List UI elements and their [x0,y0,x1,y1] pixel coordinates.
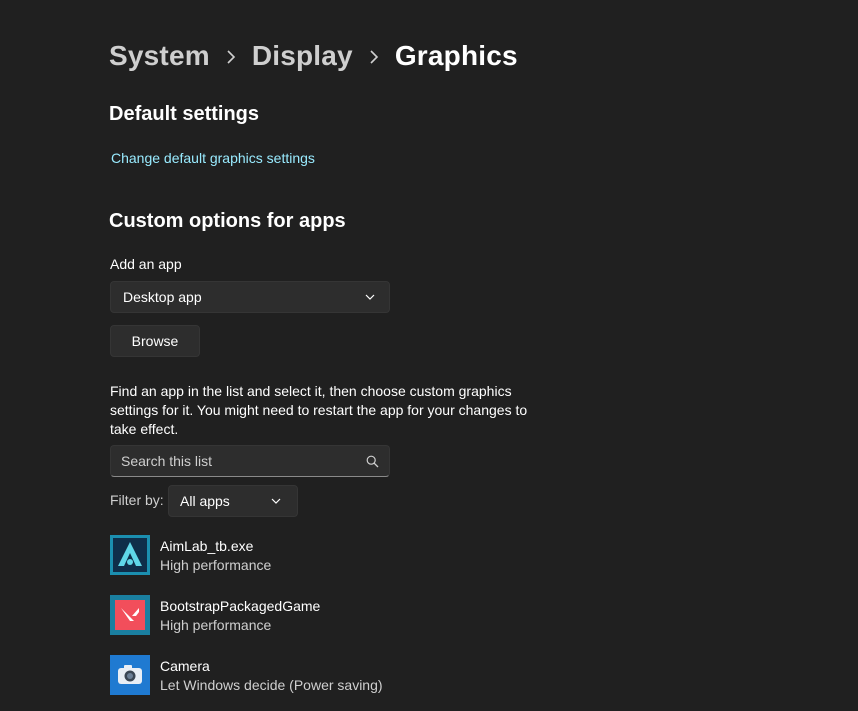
app-status: High performance [160,617,272,633]
instructions-text: Find an app in the list and select it, t… [110,383,528,437]
filter-selected: All apps [180,493,230,509]
aimlab-icon [110,535,150,575]
add-app-label: Add an app [110,256,182,272]
breadcrumb-chevron-icon [353,46,395,67]
valorant-icon [110,595,150,635]
browse-button[interactable]: Browse [110,325,200,357]
filter-label: Filter by: [110,492,164,508]
breadcrumb-display[interactable]: Display [252,40,353,72]
change-default-graphics-link[interactable]: Change default graphics settings [111,150,315,166]
app-name: AimLab_tb.exe [160,538,254,554]
app-list: AimLab_tb.exe High performance Bootstrap… [110,535,610,711]
custom-options-heading: Custom options for apps [109,210,346,232]
breadcrumb: System Display Graphics [109,40,518,72]
search-box[interactable] [110,445,390,477]
app-name: BootstrapPackagedGame [160,598,321,614]
list-item[interactable]: AimLab_tb.exe High performance [110,535,610,595]
default-settings-heading: Default settings [109,103,260,125]
app-type-selected: Desktop app [123,289,202,305]
breadcrumb-system[interactable]: System [109,40,210,72]
search-input[interactable] [121,453,341,469]
app-status: Let Windows decide (Power saving) [160,677,383,693]
app-type-dropdown[interactable]: Desktop app [110,281,390,313]
app-name: Camera [160,658,210,674]
chevron-down-icon [271,498,281,505]
search-icon[interactable] [366,455,379,468]
breadcrumb-chevron-icon [210,46,252,67]
camera-icon [110,655,150,695]
app-status: High performance [160,557,272,573]
list-item[interactable]: BootstrapPackagedGame High performance [110,595,610,655]
graphics-settings-page: System Display Graphics Default settings… [0,0,858,711]
filter-dropdown[interactable]: All apps [168,485,298,517]
list-item[interactable]: Camera Let Windows decide (Power saving) [110,655,610,711]
page-title: Graphics [394,40,518,71]
chevron-down-icon [365,294,375,301]
